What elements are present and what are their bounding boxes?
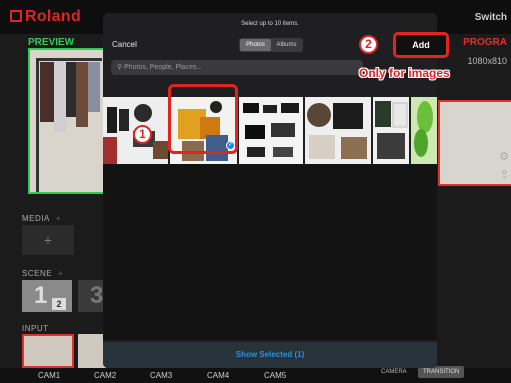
cam-label-3[interactable]: CAM3 <box>150 371 172 380</box>
scene-tile-1[interactable]: 1 2 <box>22 280 72 312</box>
switch-label[interactable]: Switch <box>475 12 507 23</box>
search-input[interactable]: ⚲ Photos, People, Places... <box>111 60 363 75</box>
photo-thumbnail[interactable] <box>411 97 437 164</box>
hat-and-knitwear-image <box>305 97 371 164</box>
settings-gear-icon[interactable]: ⚙ <box>499 150 509 163</box>
scene-tile-3[interactable]: 3 <box>78 280 104 312</box>
input-section-label: INPUT <box>22 324 49 333</box>
add-media-button[interactable]: + <box>22 225 74 255</box>
search-placeholder: Photos, People, Places... <box>124 64 203 71</box>
photo-thumbnail[interactable] <box>373 97 409 164</box>
clothing-rack-image <box>30 50 104 192</box>
sneakers-and-shoes-image <box>239 97 303 164</box>
input-tile-cam2[interactable] <box>78 334 106 368</box>
scene-section-label: SCENE + <box>22 269 64 278</box>
preview-monitor[interactable] <box>28 48 106 194</box>
show-selected-bar: Show Selected (1) <box>103 342 437 368</box>
tab-albums[interactable]: Albums <box>271 39 302 51</box>
program-label: PROGRA <box>463 37 507 48</box>
photo-thumbnail[interactable] <box>305 97 371 164</box>
logo-mark-icon <box>10 10 22 22</box>
photos-albums-segmented-control: Photos Albums <box>239 38 303 52</box>
scene-plus-icon[interactable]: + <box>58 269 63 278</box>
resolution-label: 1080x810 <box>467 56 507 66</box>
step-1-badge: 1 <box>133 125 152 144</box>
checkmark-icon: ✓ <box>226 141 235 150</box>
scene-sub-badge: 2 <box>52 298 66 310</box>
cam-label-2[interactable]: CAM2 <box>94 371 116 380</box>
scene-number: 3 <box>90 282 104 309</box>
media-section-label: MEDIA + <box>22 214 62 223</box>
cam-label-5[interactable]: CAM5 <box>264 371 286 380</box>
roland-logo: Roland <box>10 8 81 26</box>
step-2-badge: 2 <box>359 35 378 54</box>
share-icon[interactable]: ⇪ <box>500 168 509 181</box>
show-selected-button[interactable]: Show Selected (1) <box>103 350 437 359</box>
cam-label-1[interactable]: CAM1 <box>38 371 60 380</box>
add-button[interactable]: Add <box>393 32 449 58</box>
empty-photo-area <box>103 164 437 340</box>
preview-label: PREVIEW <box>28 37 75 48</box>
scene-number: 1 <box>34 282 48 309</box>
cancel-button[interactable]: Cancel <box>112 40 137 49</box>
shirts-and-sweaters-image <box>373 97 409 164</box>
green-leaves-image <box>411 97 437 164</box>
photo-thumbnail[interactable] <box>239 97 303 164</box>
photo-grid <box>103 97 437 164</box>
input-tile-cam1[interactable] <box>22 334 74 368</box>
logo-text: Roland <box>25 8 82 25</box>
tab-photos[interactable]: Photos <box>240 39 271 51</box>
cam-label-4[interactable]: CAM4 <box>207 371 229 380</box>
only-for-images-note: Only for images <box>359 66 450 80</box>
picker-title: Select up to 10 items. <box>241 21 299 27</box>
media-plus-icon[interactable]: + <box>56 214 61 223</box>
